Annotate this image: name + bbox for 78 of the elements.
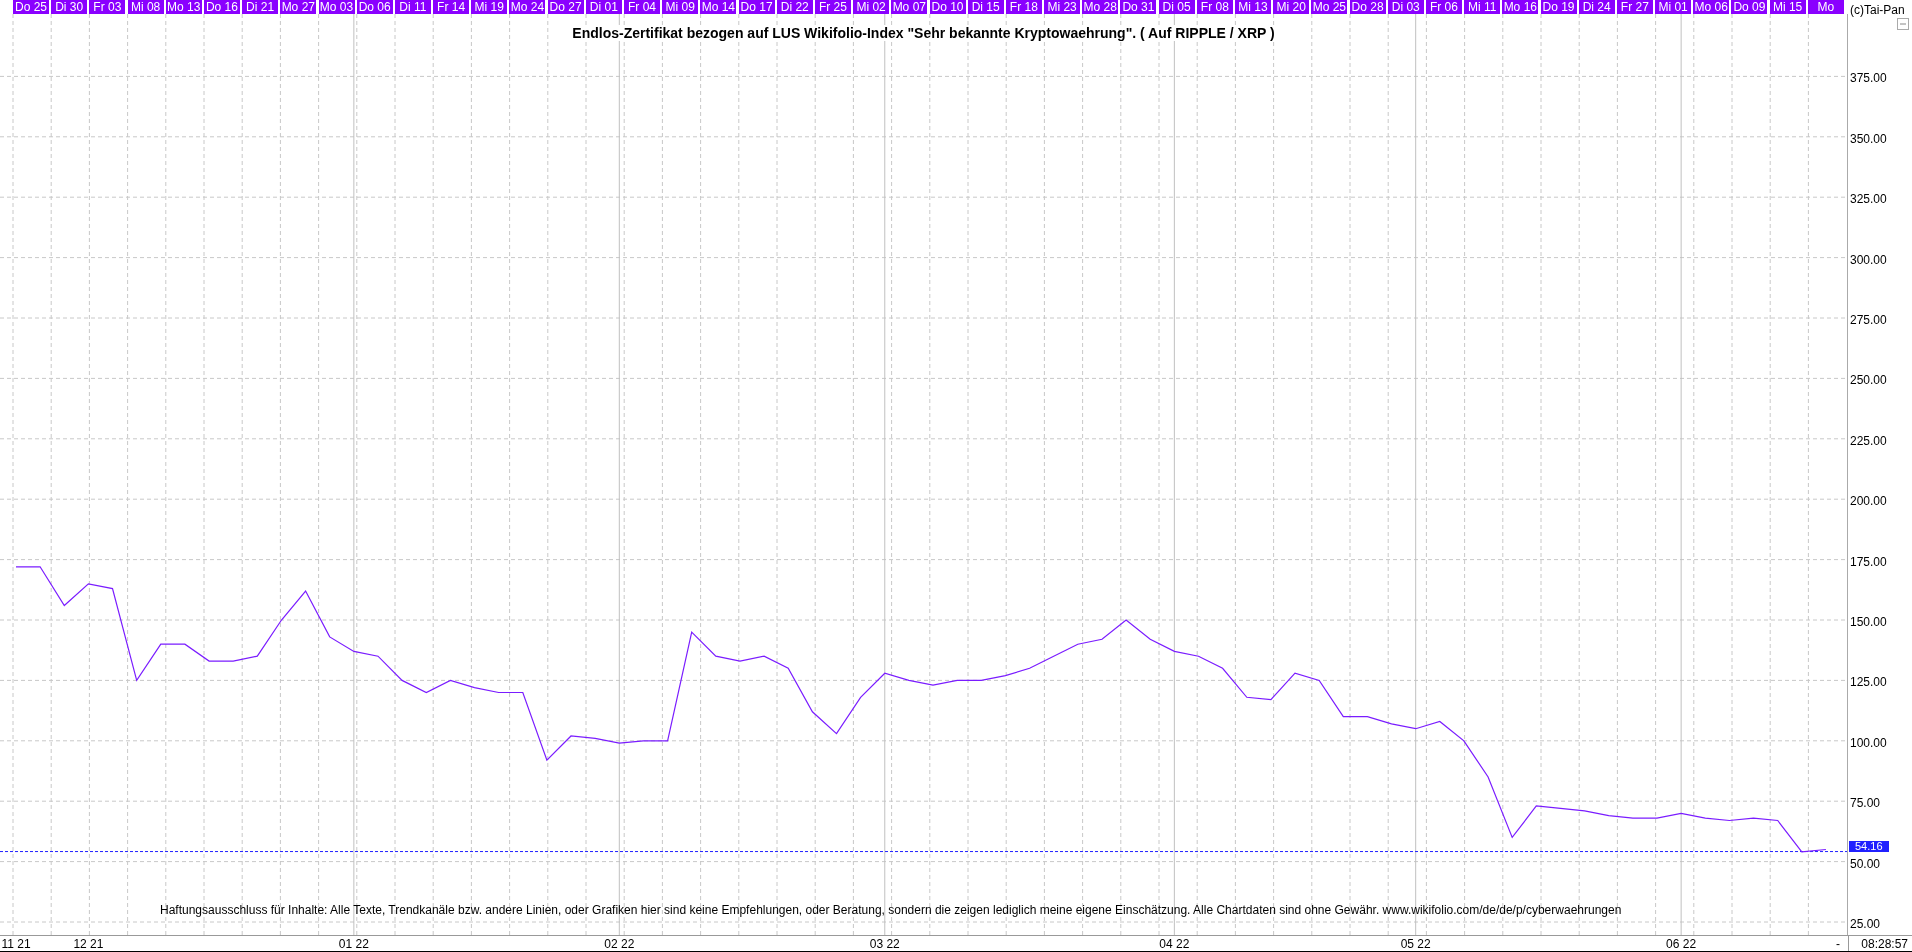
date-label: Di 21 (242, 0, 279, 14)
date-label: Di 22 (776, 0, 813, 14)
y-axis-label: 50.00 (1850, 856, 1881, 871)
last-price-tag: 54.16 (1849, 840, 1889, 852)
y-axis-label: 100.00 (1850, 735, 1887, 750)
date-label: Do 10 (929, 0, 966, 14)
date-label: Do 31 (1120, 0, 1157, 14)
date-label: Mo 24 (509, 0, 546, 14)
x-axis-label: 01 22 (338, 937, 369, 951)
date-label: Di 11 (394, 0, 431, 14)
y-axis-label: 175.00 (1850, 554, 1887, 569)
date-label: Di 15 (967, 0, 1004, 14)
x-axis-label: 06 22 (1666, 937, 1697, 951)
date-label: Do 27 (547, 0, 584, 14)
date-label: Do 19 (1540, 0, 1577, 14)
date-label: Fr 14 (433, 0, 470, 14)
date-label: Fr 18 (1005, 0, 1042, 14)
date-label: Fr 27 (1616, 0, 1653, 14)
date-label: Di 05 (1158, 0, 1195, 14)
date-label: Mi 13 (1235, 0, 1271, 14)
chart-title: Endlos-Zertifikat bezogen auf LUS Wikifolio-Index "Sehr bekannte Kryptowaehrung". ( Auf RIPPLE / XRP ) (572, 25, 1275, 41)
x-axis-label: 12 21 (73, 937, 104, 951)
y-axis-label: 325.00 (1850, 192, 1887, 207)
x-axis-label: 02 22 (604, 937, 635, 951)
date-label: Fr 04 (624, 0, 660, 14)
date-label: Do 25 (13, 0, 49, 14)
date-label: Di 03 (1387, 0, 1424, 14)
date-label: Mi 09 (662, 0, 699, 14)
date-label: Fr 25 (814, 0, 851, 14)
date-label: Di 01 (585, 0, 622, 14)
date-label: Do 17 (738, 0, 775, 14)
date-label: Do 28 (1349, 0, 1386, 14)
date-label: Di 24 (1578, 0, 1615, 14)
date-label: Mi 11 (1464, 0, 1501, 14)
date-label: Mi 02 (853, 0, 890, 14)
date-label: Fr 06 (1425, 0, 1462, 14)
x-axis-label: 03 22 (869, 937, 900, 951)
date-label: Mo 27 (280, 0, 317, 14)
axis-marker: - (1836, 937, 1840, 951)
date-label: Mo 07 (891, 0, 928, 14)
date-label: Mo (1807, 0, 1844, 14)
date-label: Mi 19 (471, 0, 508, 14)
y-axis-label: 25.00 (1850, 917, 1881, 931)
date-label: Mo 28 (1082, 0, 1119, 14)
date-label: Mi 08 (127, 0, 164, 14)
date-label: Mi 15 (1769, 0, 1806, 14)
y-axis-label: 75.00 (1850, 796, 1881, 811)
copyright-label: (c)Tai-Pan (1849, 3, 1905, 17)
x-axis-label: 11 21 (1, 937, 31, 951)
y-axis-label: 150.00 (1850, 615, 1887, 629)
date-label: Do 06 (356, 0, 393, 14)
date-label: Mi 23 (1044, 0, 1081, 14)
date-label: Mo 13 (165, 0, 202, 14)
y-axis-label: 200.00 (1850, 494, 1887, 509)
y-axis-label: 250.00 (1850, 373, 1887, 388)
y-axis-label: 225.00 (1850, 433, 1887, 448)
date-label: Fr 08 (1196, 0, 1233, 14)
x-axis-label: 05 22 (1400, 937, 1431, 951)
date-label: Mi 20 (1273, 0, 1310, 14)
x-axis-label: 04 22 (1159, 937, 1190, 951)
time-label: 08:28:57 (1861, 936, 1908, 951)
disclaimer-text: Haftungsausschluss für Inhalte: Alle Texte, Trendkanäle bzw. andere Linien, oder Grafiken hier sind keine Empfehlungen, oder Beratung, sondern die zeigen lediglich meine eigene Einschätzung. Alle Chartdaten sind ohne Gewähr. www.wikifolio.com/de/de/p/cyberwaehrungen (160, 903, 1622, 917)
y-axis-label: 375.00 (1850, 71, 1887, 86)
y-axis-label: 350.00 (1850, 131, 1887, 146)
date-label: Mo 25 (1311, 0, 1348, 14)
y-axis-label: 275.00 (1850, 313, 1887, 327)
date-label: Mo 16 (1502, 0, 1539, 14)
date-label: Mo 14 (700, 0, 737, 14)
date-label: Do 16 (203, 0, 240, 14)
y-axis-label: 125.00 (1850, 675, 1887, 690)
date-label: Mi 01 (1655, 0, 1692, 14)
y-axis-label: 300.00 (1850, 252, 1887, 267)
date-label: Mo 03 (318, 0, 355, 14)
date-label: Di 30 (51, 0, 88, 14)
collapse-icon[interactable] (1897, 18, 1909, 30)
date-label: Mo 06 (1693, 0, 1730, 14)
date-label: Do 09 (1731, 0, 1768, 14)
date-label: Fr 03 (89, 0, 126, 14)
